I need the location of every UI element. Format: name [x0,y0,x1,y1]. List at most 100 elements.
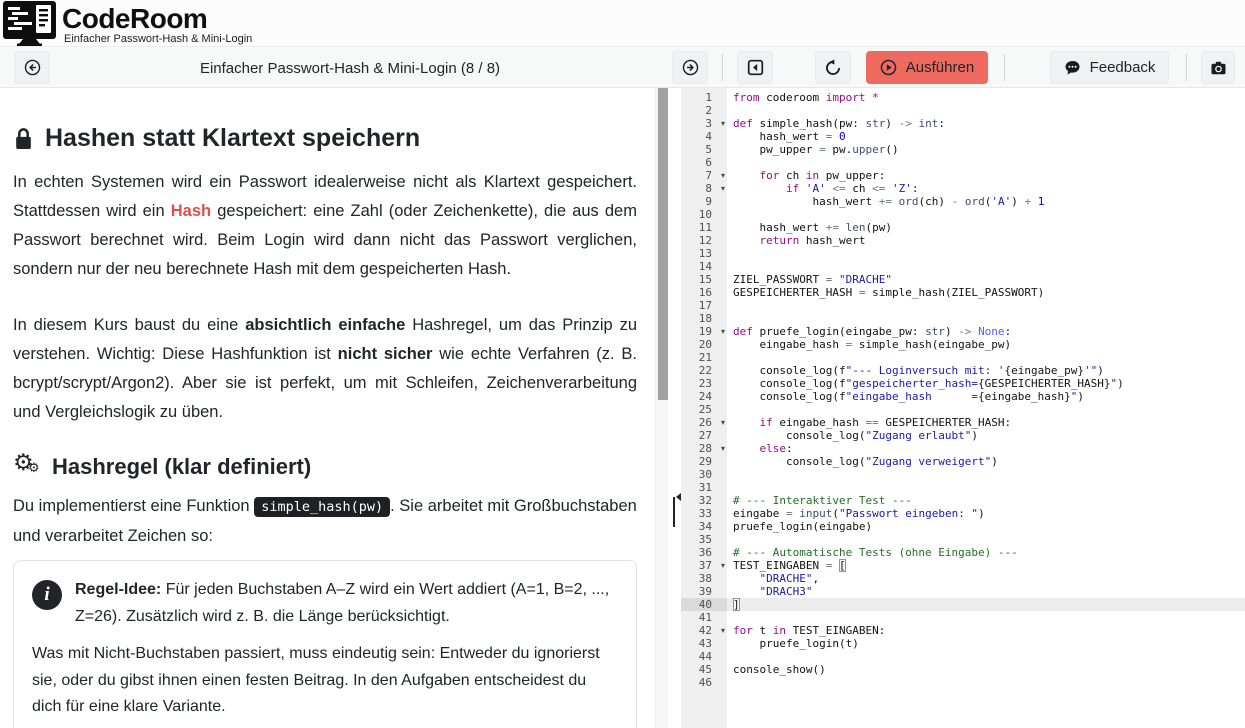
gutter-line-number: 28▾ [681,442,727,455]
gutter-line-number: 24 [681,390,727,403]
gutter-line-number: 4 [681,130,727,143]
fold-toggle-icon[interactable]: ▾ [721,325,725,338]
pane-splitter[interactable] [668,88,681,728]
code-line[interactable] [733,481,1245,494]
code-line[interactable] [733,351,1245,364]
gutter-line-number: 1 [681,91,727,104]
gears-icon: ⚙⚙ [13,454,43,480]
code-line[interactable] [733,156,1245,169]
code-line[interactable]: for ch in pw_upper: [733,169,1245,182]
code-line[interactable]: hash_wert += len(pw) [733,221,1245,234]
screenshot-button[interactable] [1201,51,1235,84]
code-line[interactable]: console_show() [733,663,1245,676]
code-line[interactable]: pw_upper = pw.upper() [733,143,1245,156]
toolbar-separator [1186,54,1187,81]
code-line[interactable]: def simple_hash(pw: str) -> int: [733,117,1245,130]
code-line[interactable] [733,247,1245,260]
content-scrollbar[interactable] [655,88,668,728]
gutter-line-number: 38 [681,572,727,585]
reset-code-button[interactable] [815,51,851,84]
collapse-panel-button[interactable] [737,51,773,84]
gutter-line-number: 33 [681,507,727,520]
gutter-line-number: 37▾ [681,559,727,572]
app-title: CodeRoom [62,3,207,35]
feedback-button[interactable]: Feedback [1050,51,1169,84]
code-line[interactable]: return hash_wert [733,234,1245,247]
gutter-line-number: 40 [681,598,727,611]
code-line[interactable]: TEST_EINGABEN = [ [733,559,1245,572]
fold-toggle-icon[interactable]: ▾ [721,169,725,182]
code-line[interactable] [733,611,1245,624]
gutter-line-number: 17 [681,299,727,312]
code-line[interactable]: ] [727,598,1245,611]
code-line[interactable]: pruefe_login(t) [733,637,1245,650]
code-line[interactable] [733,208,1245,221]
code-line[interactable] [733,104,1245,117]
code-line[interactable]: console_log(f"--- Loginversuch mit: '{ei… [733,364,1245,377]
code-line[interactable]: if eingabe_hash == GESPEICHERTER_HASH: [733,416,1245,429]
fold-toggle-icon[interactable]: ▾ [721,117,725,130]
code-line[interactable] [733,312,1245,325]
gutter-line-number: 25 [681,403,727,416]
gutter-line-number: 10 [681,208,727,221]
code-line[interactable] [733,299,1245,312]
code-line[interactable]: # --- Automatische Tests (ohne Eingabe) … [733,546,1245,559]
code-line[interactable]: console_log(f"gespeicherter_hash={GESPEI… [733,377,1245,390]
gutter-line-number: 8▾ [681,182,727,195]
gutter-line-number: 21 [681,351,727,364]
editor-code[interactable]: from coderoom import * def simple_hash(pw… [727,88,1245,728]
fold-toggle-icon[interactable]: ▾ [721,442,725,455]
code-line[interactable] [733,403,1245,416]
code-line[interactable]: def pruefe_login(eingabe_pw: str) -> Non… [733,325,1245,338]
fold-toggle-icon[interactable]: ▾ [721,182,725,195]
code-line[interactable]: "DRACH3" [733,585,1245,598]
code-line[interactable]: else: [733,442,1245,455]
code-line[interactable]: for t in TEST_EINGABEN: [733,624,1245,637]
gutter-line-number: 14 [681,260,727,273]
code-line[interactable]: # --- Interaktiver Test --- [733,494,1245,507]
gutter-line-number: 5 [681,143,727,156]
info-box-paragraph: Regel-Idee: Für jeden Buchstaben A–Z wir… [75,577,616,630]
gutter-line-number: 27 [681,429,727,442]
run-button[interactable]: Ausführen [866,51,988,84]
gutter-line-number: 31 [681,481,727,494]
arrow-right-circle-icon [682,59,699,76]
feedback-button-label: Feedback [1090,59,1156,76]
fold-toggle-icon[interactable]: ▾ [721,624,725,637]
code-line[interactable] [733,260,1245,273]
code-line[interactable]: eingabe = input("Passwort eingeben: ") [733,507,1245,520]
code-line[interactable]: ZIEL_PASSWORT = "DRACHE" [733,273,1245,286]
pane-resize-handle[interactable] [673,497,675,527]
gutter-line-number: 22 [681,364,727,377]
gutter-line-number: 35 [681,533,727,546]
info-box: i Regel-Idee: Für jeden Buchstaben A–Z w… [13,560,637,728]
code-line[interactable]: console_log("Zugang erlaubt") [733,429,1245,442]
code-line[interactable] [733,533,1245,546]
content-scrollbar-thumb[interactable] [658,88,668,400]
code-line[interactable]: if 'A' <= ch <= 'Z': [733,182,1245,195]
code-line[interactable]: console_log(f"eingabe_hash ={eingabe_has… [733,390,1245,403]
code-line[interactable]: GESPEICHERTER_HASH = simple_hash(ZIEL_PA… [733,286,1245,299]
code-editor[interactable]: 123▾4567▾8▾910111213141516171819▾2021222… [681,88,1245,728]
gutter-line-number: 29 [681,455,727,468]
code-line[interactable]: pruefe_login(eingabe) [733,520,1245,533]
code-line[interactable]: hash_wert += ord(ch) - ord('A') + 1 [733,195,1245,208]
app-header: CodeRoom Einfacher Passwort-Hash & Mini-… [0,0,1245,46]
lesson-heading-2-text: Hashregel (klar definiert) [52,454,311,480]
fold-toggle-icon[interactable]: ▾ [721,416,725,429]
next-lesson-button[interactable] [672,51,708,84]
code-line[interactable]: from coderoom import * [733,91,1245,104]
code-line[interactable] [733,676,1245,689]
fold-toggle-icon[interactable]: ▾ [721,559,725,572]
gutter-line-number: 18 [681,312,727,325]
code-line[interactable]: eingabe_hash = simple_hash(eingabe_pw) [733,338,1245,351]
code-line[interactable] [733,650,1245,663]
code-line[interactable]: hash_wert = 0 [733,130,1245,143]
code-line[interactable]: console_log("Zugang verweigert") [733,455,1245,468]
code-line[interactable]: "DRACHE", [733,572,1245,585]
lesson-paragraph: In diesem Kurs baust du eine absichtlich… [13,311,637,427]
code-line[interactable] [733,468,1245,481]
gutter-line-number: 20 [681,338,727,351]
toolbar: Einfacher Passwort-Hash & Mini-Login (8 … [0,46,1245,88]
run-button-label: Ausführen [906,59,974,76]
